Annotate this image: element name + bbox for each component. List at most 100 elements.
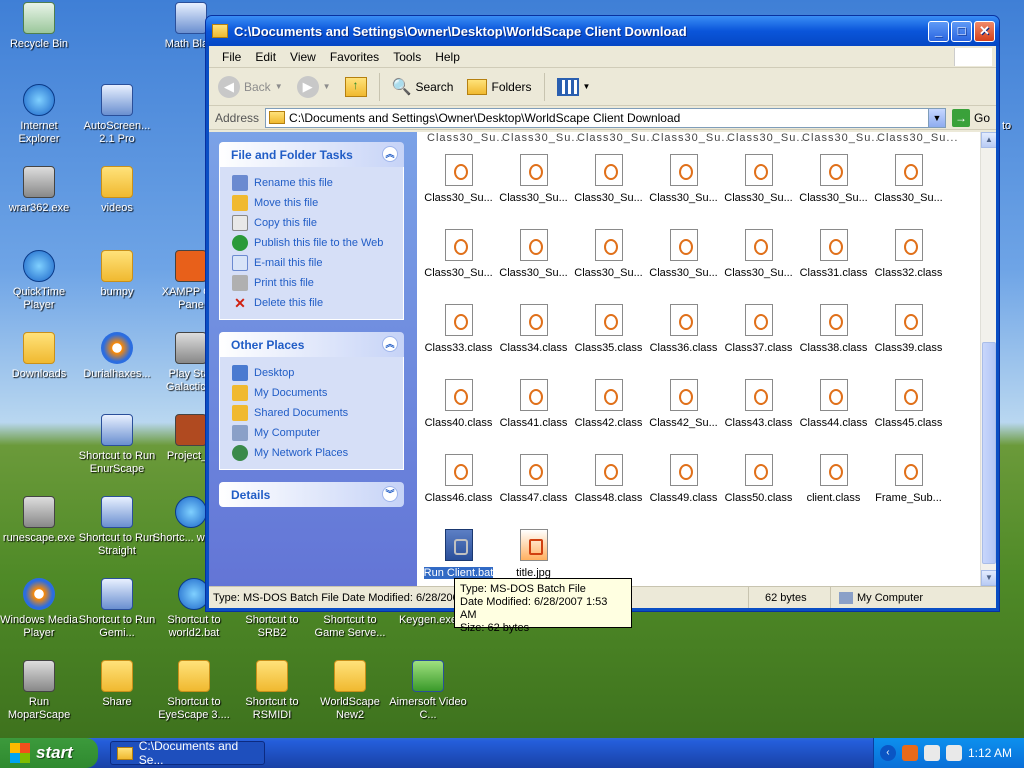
panel-header[interactable]: File and Folder Tasks ︽ (219, 142, 404, 167)
address-input[interactable]: C:\Documents and Settings\Owner\Desktop\… (265, 107, 946, 128)
file-item[interactable]: Run Client.bat (421, 525, 496, 585)
forward-button[interactable]: ▶ ▼ (292, 73, 336, 101)
go-button[interactable]: → Go (951, 108, 996, 127)
file-item[interactable]: client.class (796, 450, 871, 510)
desktop-icon-quicktime[interactable]: QuickTime Player (0, 250, 78, 312)
clock[interactable]: 1:12 AM (968, 746, 1012, 760)
maximize-button[interactable]: □ (951, 20, 972, 42)
desktop-icon-autoscreen[interactable]: AutoScreen... 2.1 Pro (78, 84, 156, 146)
address-dropdown-button[interactable]: ▼ (927, 108, 945, 127)
desktop-icon-rsmidi[interactable]: Shortcut to RSMIDI (233, 660, 311, 722)
desktop-icon-eyescape[interactable]: Shortcut to EyeScape 3.... (155, 660, 233, 722)
search-button[interactable]: 🔍 Search (387, 74, 459, 100)
panel-header[interactable]: Other Places ︽ (219, 332, 404, 357)
scroll-down-button[interactable]: ▼ (981, 570, 996, 586)
file-item[interactable]: Class30_Su... (721, 150, 796, 210)
file-item[interactable]: Class46.class (421, 450, 496, 510)
place-desktop[interactable]: Desktop (232, 363, 403, 383)
vertical-scrollbar[interactable]: ▲ ▼ (980, 132, 996, 586)
file-item[interactable]: Class42_Su... (646, 375, 721, 435)
minimize-button[interactable]: _ (928, 20, 949, 42)
desktop-icon-windows-media-player[interactable]: Windows Media Player (0, 578, 78, 640)
file-item[interactable]: Class30_Su... (646, 150, 721, 210)
place-my-computer[interactable]: My Computer (232, 423, 403, 443)
scroll-thumb[interactable] (982, 342, 996, 564)
task-copy[interactable]: Copy this file (232, 213, 403, 233)
menu-tools[interactable]: Tools (386, 48, 428, 66)
file-item[interactable]: Class30_Su... (496, 150, 571, 210)
desktop-icon-run-enurscape[interactable]: Shortcut to Run EnurScape (78, 414, 156, 476)
file-item[interactable]: Class49.class (646, 450, 721, 510)
file-item[interactable]: Class48.class (571, 450, 646, 510)
file-item[interactable]: Class30_Su... (421, 225, 496, 285)
file-item[interactable]: Class30_Su... (721, 225, 796, 285)
file-item[interactable]: Class34.class (496, 300, 571, 360)
desktop-icon-durialhaxes[interactable]: Durialhaxes... (78, 332, 156, 381)
menu-help[interactable]: Help (428, 48, 467, 66)
close-button[interactable]: ✕ (974, 20, 995, 42)
scroll-up-button[interactable]: ▲ (981, 132, 996, 148)
file-item[interactable]: Class30_Su... (421, 150, 496, 210)
collapse-chevron-icon[interactable]: ︽ (382, 146, 398, 162)
menu-edit[interactable]: Edit (248, 48, 283, 66)
back-button[interactable]: ◀ Back ▼ (213, 73, 288, 101)
desktop-icon-downloads[interactable]: Downloads (0, 332, 78, 381)
tray-app-icon[interactable] (901, 745, 918, 761)
desktop-icon-worldscape-new2[interactable]: WorldScape New2 (311, 660, 389, 722)
file-item[interactable]: Class39.class (871, 300, 946, 360)
views-button[interactable]: ▼ (552, 75, 596, 99)
desktop-icon-bumpy[interactable]: bumpy (78, 250, 156, 299)
taskbar-window-button[interactable]: C:\Documents and Se... (110, 739, 265, 767)
tray-app-icon[interactable] (923, 745, 940, 761)
file-item[interactable]: Class50.class (721, 450, 796, 510)
file-item[interactable]: Class44.class (796, 375, 871, 435)
desktop-icon-videos[interactable]: videos (78, 166, 156, 215)
desktop-icon-run-moparscape[interactable]: Run MoparScape (0, 660, 78, 722)
desktop-icon-recycle-bin[interactable]: Recycle Bin (0, 2, 78, 51)
task-email[interactable]: E-mail this file (232, 253, 403, 273)
file-item[interactable]: Class31.class (796, 225, 871, 285)
file-item[interactable]: Frame_Sub... (871, 450, 946, 510)
panel-header[interactable]: Details ︾ (219, 482, 404, 507)
window-titlebar[interactable]: C:\Documents and Settings\Owner\Desktop\… (206, 16, 999, 46)
menu-view[interactable]: View (283, 48, 323, 66)
file-item[interactable]: Class38.class (796, 300, 871, 360)
place-my-network-places[interactable]: My Network Places (232, 443, 403, 463)
start-button[interactable]: start (0, 738, 98, 768)
task-move[interactable]: Move this file (232, 193, 403, 213)
file-item[interactable]: Class32.class (871, 225, 946, 285)
place-shared-documents[interactable]: Shared Documents (232, 403, 403, 423)
file-item[interactable]: Class30_Su... (796, 150, 871, 210)
file-item[interactable]: title.jpg (496, 525, 571, 585)
desktop-icon-wrar[interactable]: wrar362.exe (0, 166, 78, 215)
file-item[interactable]: Class43.class (721, 375, 796, 435)
file-item[interactable]: Class47.class (496, 450, 571, 510)
file-item[interactable]: Class42.class (571, 375, 646, 435)
file-item[interactable]: Class30_Su... (496, 225, 571, 285)
desktop-icon-internet-explorer[interactable]: Internet Explorer (0, 84, 78, 146)
file-item[interactable]: Class30_Su... (571, 225, 646, 285)
file-item[interactable]: Class33.class (421, 300, 496, 360)
task-print[interactable]: Print this file (232, 273, 403, 293)
place-my-documents[interactable]: My Documents (232, 383, 403, 403)
tray-expand-icon[interactable]: ‹ (879, 745, 896, 761)
up-folder-button[interactable]: ↑ (340, 74, 372, 100)
volume-icon[interactable] (945, 745, 962, 761)
file-item[interactable]: Class37.class (721, 300, 796, 360)
file-item[interactable]: Class40.class (421, 375, 496, 435)
desktop-icon-run-gemi[interactable]: Shortcut to Run Gemi... (78, 578, 156, 640)
task-publish[interactable]: Publish this file to the Web (232, 233, 403, 253)
menu-file[interactable]: File (215, 48, 248, 66)
folders-button[interactable]: Folders (462, 76, 536, 98)
desktop-icon-aimersoft[interactable]: Aimersoft Video C... (389, 660, 467, 722)
file-item[interactable]: Class35.class (571, 300, 646, 360)
desktop-icon-share[interactable]: Share (78, 660, 156, 709)
menu-favorites[interactable]: Favorites (323, 48, 386, 66)
file-item[interactable]: Class36.class (646, 300, 721, 360)
desktop-icon-run-straight[interactable]: Shortcut to Run Straight (78, 496, 156, 558)
file-item[interactable]: Class30_Su... (646, 225, 721, 285)
file-item[interactable]: Class30_Su... (571, 150, 646, 210)
file-item[interactable]: Class45.class (871, 375, 946, 435)
collapse-chevron-icon[interactable]: ︽ (382, 336, 398, 352)
desktop-icon-runescape[interactable]: runescape.exe (0, 496, 78, 545)
